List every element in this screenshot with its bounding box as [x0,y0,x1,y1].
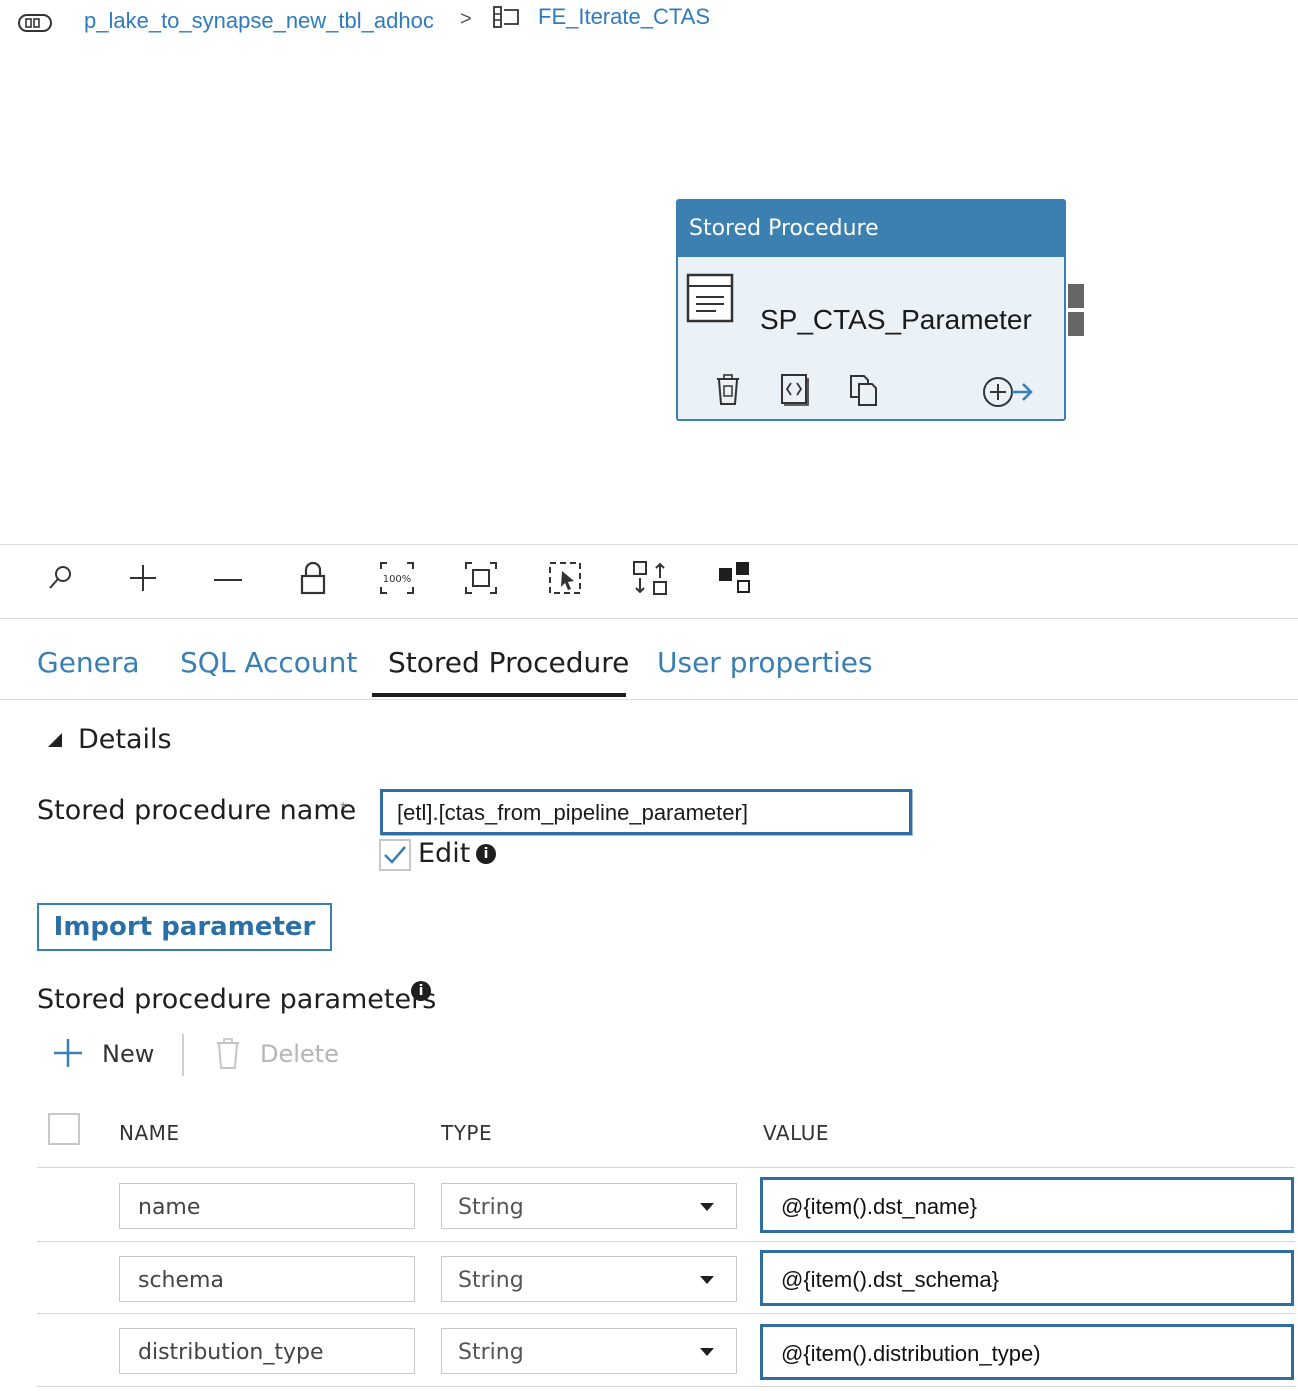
row-divider [37,1241,1295,1242]
edit-label: Edit [418,838,471,869]
param-value-input[interactable]: @{item().dst_name} [760,1177,1294,1233]
param-name-input[interactable]: schema [119,1256,415,1302]
auto-align-icon[interactable] [630,558,670,598]
code-icon[interactable] [778,373,810,412]
column-header-name: NAME [119,1121,180,1145]
collapse-triangle-icon[interactable] [46,731,64,754]
stored-procedure-icon [686,273,736,330]
activity-type-label: Stored Procedure [678,201,1064,257]
activity-card[interactable]: Stored Procedure SP_CTAS_Parameter [676,199,1066,421]
param-value-input[interactable]: @{item().dst_schema} [760,1250,1294,1306]
delete-parameter-button: Delete [260,1040,339,1068]
new-parameter-button[interactable]: New [102,1040,154,1068]
tab-stored-procedure[interactable]: Stored Procedure [388,646,629,679]
tab-sql-account[interactable]: SQL Account [180,646,357,679]
param-name-input[interactable]: name [119,1183,415,1229]
param-type-select[interactable]: String [441,1328,737,1374]
edit-checkbox[interactable] [379,839,411,871]
info-icon[interactable]: i [476,844,496,864]
select-all-checkbox[interactable] [48,1113,80,1145]
layout-icon[interactable] [715,558,755,598]
sp-name-input[interactable]: [etl].[ctas_from_pipeline_parameter] [380,789,912,835]
row-divider [37,1386,1295,1387]
add-icon[interactable] [52,1037,84,1074]
details-section-label: Details [78,724,172,755]
fit-to-screen-icon[interactable] [461,558,501,598]
pipeline-icon [18,12,52,39]
chevron-down-icon [700,1276,714,1284]
chevron-down-icon [700,1203,714,1211]
param-type-value: String [458,1268,524,1293]
zoom-out-icon[interactable] [208,558,248,598]
tab-user-properties[interactable]: User properties [657,646,873,679]
breadcrumb-separator: > [460,8,472,30]
delete-icon [214,1037,242,1076]
zoom-100-icon[interactable]: 100% [377,558,417,598]
foreach-icon [492,4,522,35]
row-divider [37,1313,1295,1314]
add-output-icon[interactable] [982,375,1036,414]
zoom-in-icon[interactable] [123,558,163,598]
divider [182,1034,184,1076]
row-divider [37,1167,1295,1168]
column-header-type: TYPE [441,1121,493,1145]
sp-name-label: Stored procedure name [37,795,357,826]
svg-text:100%: 100% [383,574,412,585]
activity-name: SP_CTAS_Parameter [760,304,1032,335]
breadcrumb-pipeline-link[interactable]: p_lake_to_synapse_new_tbl_adhoc [84,8,434,34]
param-value-input[interactable]: @{item().distribution_type) [760,1324,1294,1380]
param-type-value: String [458,1195,524,1220]
lock-icon[interactable] [293,558,333,598]
output-port-success[interactable] [1068,284,1084,308]
chevron-down-icon [700,1348,714,1356]
sp-params-label: Stored procedure parameters [37,984,437,1015]
param-name-input[interactable]: distribution_type [119,1328,415,1374]
required-marker: * [340,800,347,817]
divider [0,618,1298,619]
delete-activity-icon[interactable] [714,373,742,412]
divider [0,544,1298,545]
output-port-failure[interactable] [1068,312,1084,336]
select-icon[interactable] [545,558,585,598]
column-header-value: VALUE [763,1121,830,1145]
divider [0,699,1298,700]
copy-icon[interactable] [848,373,880,412]
active-tab-indicator [372,693,626,697]
import-parameter-button[interactable]: Import parameter [37,903,332,951]
param-type-select[interactable]: String [441,1183,737,1229]
param-type-select[interactable]: String [441,1256,737,1302]
param-type-value: String [458,1340,524,1365]
breadcrumb-activity-link[interactable]: FE_Iterate_CTAS [538,4,710,30]
info-icon[interactable]: i [411,981,431,1001]
tab-general[interactable]: Genera [37,646,140,679]
search-icon[interactable] [40,558,80,598]
